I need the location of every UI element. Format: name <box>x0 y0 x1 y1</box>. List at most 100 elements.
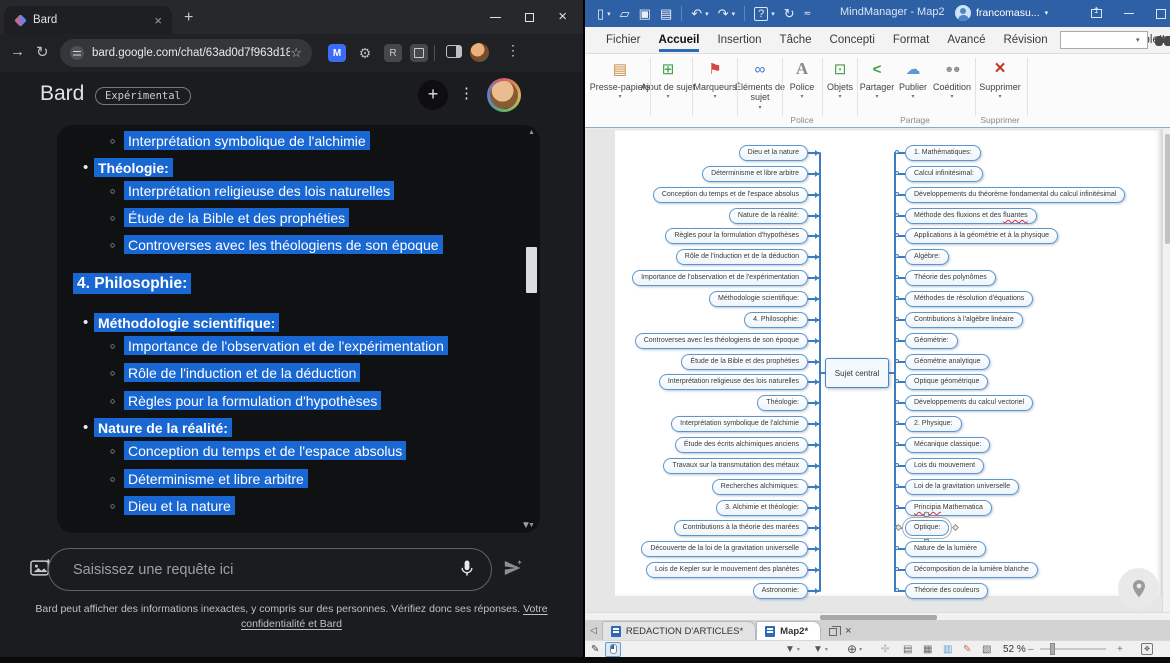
selection-handle[interactable] <box>924 512 929 517</box>
map-topic[interactable]: Interprétation religieuse des lois natur… <box>659 374 808 390</box>
map-topic[interactable]: Déterminisme et libre arbitre <box>702 166 808 182</box>
browser-tab-bard[interactable]: Bard × <box>4 6 172 34</box>
map-topic[interactable]: Géométrie: <box>905 333 958 349</box>
new-tab-button[interactable]: + <box>184 10 193 26</box>
restore-document-icon[interactable] <box>829 628 837 636</box>
map-topic[interactable]: Méthode des fluxions et des fluantes <box>905 208 1037 224</box>
menu-tab-concepti[interactable]: Concepti <box>821 27 884 54</box>
map-topic[interactable]: 4. Philosophie: <box>744 312 808 328</box>
extensions-puzzle-icon[interactable] <box>410 44 428 62</box>
maximize-icon[interactable] <box>525 13 534 22</box>
save-icon[interactable]: ▣ <box>639 6 651 22</box>
help-icon[interactable]: ? <box>754 7 768 21</box>
map-topic[interactable]: 1. Mathématiques: <box>905 145 981 161</box>
map-topic[interactable]: 3. Alchimie et théologie: <box>716 500 808 516</box>
map-topic[interactable]: Développements du calcul vectoriel <box>905 395 1033 411</box>
zoom-slider[interactable] <box>1040 648 1106 650</box>
mouse-select-icon[interactable] <box>605 642 621 657</box>
power-filter-icon[interactable]: ▼▾ <box>813 642 828 656</box>
ribbon-button-delete[interactable]: ×Supprimer▾ <box>967 59 1033 100</box>
map-topic[interactable]: Étude des écrits alchimiques anciens <box>675 437 808 453</box>
map-topic[interactable]: Décomposition de la lumière blanche <box>905 562 1038 578</box>
filter-icon[interactable]: ▼▾ <box>785 642 800 656</box>
close-document-icon[interactable]: × <box>845 625 851 637</box>
bard-avatar[interactable] <box>487 78 521 112</box>
map-topic[interactable]: Étude de la Bible et des prophéties <box>681 354 808 370</box>
map-topic[interactable]: Controverses avec les théologiens de son… <box>635 333 808 349</box>
map-topic[interactable]: Travaux sur la transmutation des métaux <box>663 458 808 474</box>
sync-view-icon[interactable]: ▥ <box>943 642 952 656</box>
address-bar[interactable]: bard.google.com/chat/63ad0d7f963d18df ☆ <box>60 39 312 67</box>
bookmark-star-icon[interactable]: ☆ <box>290 45 302 61</box>
account-button[interactable]: francomasu... ▾ <box>955 5 1048 21</box>
binoculars-search-icon[interactable] <box>1155 33 1170 47</box>
side-panel-icon[interactable] <box>446 45 462 58</box>
document-tab-redaction-d-articles-[interactable]: REDACTION D'ARTICLES* <box>602 621 756 640</box>
zoom-slider-handle[interactable] <box>1050 643 1055 655</box>
map-topic[interactable]: Calcul infinitésimal: <box>905 166 983 182</box>
map-topic[interactable]: Méthodes de résolution d'équations <box>905 291 1033 307</box>
map-topic[interactable]: Contributions à l'algèbre linéaire <box>905 312 1023 328</box>
new-document-icon[interactable]: ▯ <box>597 6 604 22</box>
menu-tab-insertion[interactable]: Insertion <box>708 27 770 54</box>
menu-tab-révision[interactable]: Révision <box>994 27 1056 54</box>
vertical-scrollbar[interactable] <box>1162 129 1170 612</box>
redo-icon[interactable]: ↷ <box>718 6 729 22</box>
map-topic[interactable]: Théologie: <box>757 395 808 411</box>
map-topic[interactable]: Règles pour la formulation d'hypothèses <box>665 228 808 244</box>
format-painter-icon[interactable]: ✎ <box>591 642 599 656</box>
map-topic[interactable]: Mécanique classique: <box>905 437 990 453</box>
menu-tab-avancé[interactable]: Avancé <box>938 27 994 54</box>
tab-close-icon[interactable]: × <box>152 13 164 28</box>
map-topic[interactable]: Applications à la géométrie et à la phys… <box>905 228 1058 244</box>
menu-tab-accueil[interactable]: Accueil <box>650 27 709 54</box>
minimize-icon[interactable] <box>1124 13 1134 14</box>
collapse-ribbon-icon[interactable] <box>1091 9 1102 18</box>
zoom-in-icon[interactable]: + <box>1117 642 1123 656</box>
map-topic[interactable]: Astronomie: <box>753 583 808 599</box>
fit-map-icon[interactable]: ✥ <box>1141 643 1153 655</box>
map-topic[interactable]: Théorie des couleurs <box>905 583 988 599</box>
reload-icon[interactable]: ↻ <box>36 43 49 61</box>
map-topic[interactable]: Méthodologie scientifique: <box>709 291 808 307</box>
map-topic[interactable]: Loi de la gravitation universelle <box>905 479 1019 495</box>
map-topic[interactable]: Développements du théorème fondamental d… <box>905 187 1125 203</box>
hscroll-thumb[interactable] <box>820 615 937 620</box>
tag-view-icon[interactable]: ✎ <box>963 642 971 656</box>
map-topic[interactable]: Dieu et la nature <box>739 145 808 161</box>
document-tab-map2-[interactable]: Map2* <box>756 621 821 640</box>
map-topic[interactable]: Découverte de la loi de la gravitation u… <box>641 541 808 557</box>
location-pin-button[interactable] <box>1118 568 1159 609</box>
r-extension-icon[interactable]: R <box>384 44 402 62</box>
close-icon[interactable]: × <box>558 12 567 22</box>
minimize-icon[interactable] <box>490 17 501 18</box>
microphone-icon[interactable] <box>458 558 476 578</box>
central-topic[interactable]: Sujet central <box>825 358 889 388</box>
scrollbar-thumb[interactable] <box>526 247 537 293</box>
mindmanager-extension-icon[interactable]: M <box>328 44 346 62</box>
search-dropdown-icon[interactable]: ▾ <box>1136 36 1140 44</box>
search-input[interactable] <box>1060 31 1148 49</box>
send-icon[interactable] <box>503 559 523 577</box>
menu-tab-tâche[interactable]: Tâche <box>771 27 821 54</box>
map-topic[interactable]: Principia Mathematica <box>905 500 992 516</box>
map-topic[interactable]: Contributions à la théorie des marées <box>674 520 808 536</box>
profile-avatar[interactable] <box>470 43 489 62</box>
menu-tab-fichier[interactable]: Fichier <box>597 27 650 54</box>
chat-scrollbar[interactable]: ▲ ▼ <box>525 125 538 533</box>
horizontal-scrollbar[interactable] <box>585 612 1170 620</box>
site-info-icon[interactable] <box>70 46 84 60</box>
undo-icon[interactable]: ↶ <box>691 6 702 22</box>
vscroll-thumb[interactable] <box>1165 134 1170 244</box>
map-topic[interactable]: Nature de la réalité: <box>729 208 808 224</box>
map-topic[interactable]: Optique géométrique <box>905 374 988 390</box>
map-topic[interactable]: Algèbre: <box>905 249 949 265</box>
map-topic[interactable]: Lois de Kepler sur le mouvement des plan… <box>646 562 808 578</box>
map-topic[interactable]: Géométrie analytique <box>905 354 990 370</box>
map-topic[interactable]: Conception du temps et de l'espace absol… <box>653 187 808 203</box>
gear-extension-icon[interactable]: ⚙ <box>356 44 374 62</box>
map-topic-selected[interactable]: Optique: <box>905 520 949 536</box>
print-icon[interactable]: ▤ <box>660 6 672 22</box>
map-topic[interactable]: Interprétation symbolique de l'alchimie <box>671 416 808 432</box>
browser-menu-icon[interactable]: ⋮ <box>506 42 520 59</box>
